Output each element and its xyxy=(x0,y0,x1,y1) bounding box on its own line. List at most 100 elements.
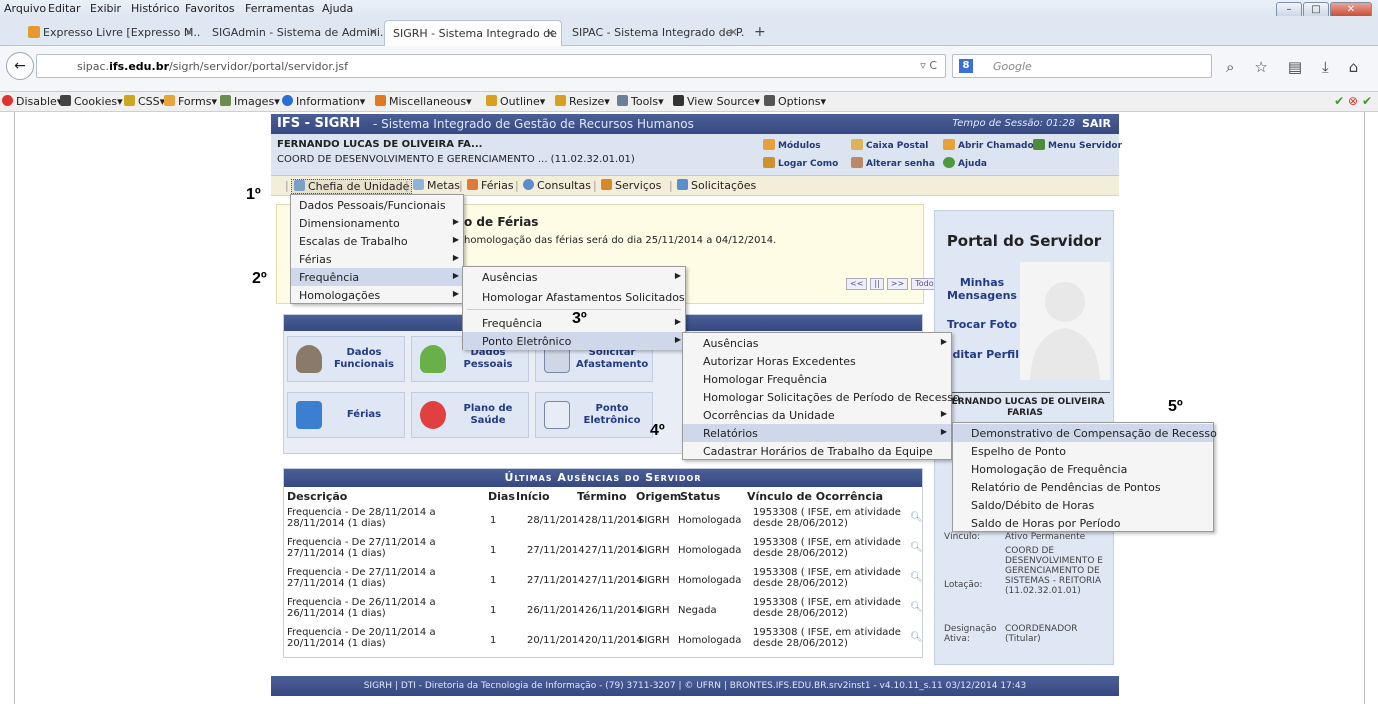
menu-item-demonstrativo-recesso[interactable]: Demonstrativo de Compensação de Recesso xyxy=(953,424,1217,442)
tab-close-icon[interactable]: ✕ xyxy=(185,26,194,39)
menu-servicos[interactable]: Serviços xyxy=(601,179,661,192)
tab-close-icon[interactable]: ✕ xyxy=(729,26,738,39)
dev-css[interactable]: CSS▾ xyxy=(124,95,165,108)
tab-close-icon[interactable]: ✕ xyxy=(546,27,555,40)
menu-item-label: Cadastrar Horários de Trabalho da Equipe xyxy=(703,445,933,458)
tab-expresso[interactable]: Expresso Livre [Expresso M... ✕ xyxy=(20,20,200,46)
menu-item-autorizar-horas[interactable]: Autorizar Horas Excedentes xyxy=(683,352,951,370)
menu-ferramentas[interactable]: Ferramentas xyxy=(245,2,314,15)
dev-outline[interactable]: Outline▾ xyxy=(486,95,545,108)
minhas-mensagens-link[interactable]: Minhas Mensagens xyxy=(940,276,1024,302)
pager-pause-button[interactable]: || xyxy=(870,278,884,290)
menu-item-frequencia[interactable]: Frequência ▶ xyxy=(291,268,463,286)
menu-item-ausencias-ponto[interactable]: Ausências ▶ xyxy=(683,334,951,352)
ferias-icon xyxy=(467,179,478,190)
bookmark-star-icon[interactable]: ☆ xyxy=(1254,58,1267,76)
logout-button[interactable]: SAIR xyxy=(1082,117,1111,130)
menu-ferias[interactable]: Férias xyxy=(467,179,514,192)
menu-editar[interactable]: Editar xyxy=(48,2,81,15)
menu-consultas[interactable]: Consultas xyxy=(523,179,591,192)
vinculo-label: Vínculo: xyxy=(944,532,981,542)
dev-forms[interactable]: Forms▾ xyxy=(164,95,217,108)
download-icon[interactable]: ⤓ xyxy=(1322,58,1329,76)
tab-sigrh[interactable]: SIGRH - Sistema Integrado de ... ✕ xyxy=(384,20,562,46)
dev-disable[interactable]: Disable▾ xyxy=(2,95,62,108)
menu-item-ponto-eletronico[interactable]: Ponto Eletrônico ▶ xyxy=(463,332,685,350)
search-icon[interactable]: ⌕ xyxy=(1226,58,1234,76)
pager-next-button[interactable]: >> xyxy=(886,278,909,290)
modulos-link[interactable]: Módulos xyxy=(763,139,821,151)
menu-item-relatorios[interactable]: Relatórios ▶ xyxy=(683,424,951,442)
tile-ferias[interactable]: Férias xyxy=(287,392,405,438)
home-icon[interactable]: ⌂ xyxy=(1349,58,1359,76)
menu-item-cadastrar-horarios[interactable]: Cadastrar Horários de Trabalho da Equipe xyxy=(683,442,951,460)
menu-item-saldo-debito[interactable]: Saldo/Débito de Horas xyxy=(953,496,1213,514)
dev-tools[interactable]: Tools▾ xyxy=(617,95,664,108)
menu-item-escalas-de-trabalho[interactable]: Escalas de Trabalho ▶ xyxy=(291,232,463,250)
menu-metas[interactable]: Metas xyxy=(413,179,460,192)
menu-item-dimensionamento[interactable]: Dimensionamento ▶ xyxy=(291,214,463,232)
dev-options[interactable]: Options▾ xyxy=(764,95,826,108)
magnifier-icon[interactable]: 🔍︎ xyxy=(910,512,923,523)
url-bar[interactable]: sipac.ifs.edu.br/sigrh/servidor/portal/s… xyxy=(36,54,946,78)
dev-view-source[interactable]: View Source▾ xyxy=(673,95,760,108)
dev-cookies[interactable]: Cookies▾ xyxy=(60,95,123,108)
menu-ajuda[interactable]: Ajuda xyxy=(322,2,353,15)
link-label: Alterar senha xyxy=(866,159,935,169)
system-subtitle: - Sistema Integrado de Gestão de Recurso… xyxy=(373,117,694,131)
menu-item-homologar-afastamentos[interactable]: Homologar Afastamentos Solicitados xyxy=(463,288,685,306)
caixa-postal-link[interactable]: Caixa Postal xyxy=(851,139,928,151)
magnifier-icon[interactable]: 🔍︎ xyxy=(910,602,923,613)
editar-perfil-link[interactable]: Editar Perfil xyxy=(940,348,1024,361)
trocar-foto-link[interactable]: Trocar Foto xyxy=(940,318,1024,331)
magnifier-icon[interactable]: 🔍︎ xyxy=(910,572,923,583)
tile-plano-de-saude[interactable]: Plano de Saúde xyxy=(411,392,529,438)
magnifier-icon[interactable]: 🔍︎ xyxy=(910,542,923,553)
menu-item-ocorrencias[interactable]: Ocorrências da Unidade ▶ xyxy=(683,406,951,424)
browser-menubar: Arquivo Editar Exibir Histórico Favorito… xyxy=(0,0,1378,18)
dev-information[interactable]: Information▾ xyxy=(282,95,365,108)
menu-item-ferias[interactable]: Férias ▶ xyxy=(291,250,463,268)
menu-item-saldo-por-periodo[interactable]: Saldo de Horas por Período xyxy=(953,514,1213,532)
logar-como-link[interactable]: Logar Como xyxy=(763,157,838,169)
menu-servidor-link[interactable]: Menu Servidor xyxy=(1033,139,1122,151)
menu-item-homologacoes[interactable]: Homologações ▶ xyxy=(291,286,463,304)
menu-favoritos[interactable]: Favoritos xyxy=(185,2,235,15)
menu-exibir[interactable]: Exibir xyxy=(90,2,121,15)
alterar-senha-link[interactable]: Alterar senha xyxy=(851,157,935,169)
menu-item-homologar-recesso[interactable]: Homologar Solicitações de Período de Rec… xyxy=(683,388,960,406)
tab-sigadmin[interactable]: SIGAdmin - Sistema de Admini... ✕ xyxy=(204,20,384,46)
tab-sipac[interactable]: SIPAC - Sistema Integrado de P... ✕ xyxy=(564,20,744,46)
dev-resize[interactable]: Resize▾ xyxy=(555,95,610,108)
new-tab-icon[interactable]: + xyxy=(754,24,766,40)
menu-item-dados-pessoais-funcionais[interactable]: Dados Pessoais/Funcionais xyxy=(291,196,463,214)
menu-arquivo[interactable]: Arquivo xyxy=(4,2,46,15)
menu-solicitacoes[interactable]: Solicitações xyxy=(677,179,756,192)
menu-item-label: Ocorrências da Unidade xyxy=(703,409,835,422)
menu-item-pendencias-pontos[interactable]: Relatório de Pendências de Pontos xyxy=(953,478,1213,496)
dev-miscellaneous[interactable]: Miscellaneous▾ xyxy=(375,95,472,108)
ajuda-link[interactable]: Ajuda xyxy=(943,157,987,169)
pager-first-button[interactable]: << xyxy=(846,278,868,290)
magnifier-icon[interactable]: 🔍︎ xyxy=(910,632,923,643)
dev-images[interactable]: Images▾ xyxy=(220,95,280,108)
menu-chefia-de-unidade[interactable]: Chefia de Unidade xyxy=(291,179,413,194)
menu-item-label: Frequência xyxy=(482,317,543,330)
menu-item-espelho-de-ponto[interactable]: Espelho de Ponto xyxy=(953,442,1213,460)
reload-icon[interactable]: ▿ C xyxy=(920,59,937,72)
menu-icon xyxy=(1033,139,1045,150)
google-icon: 8 xyxy=(959,59,973,73)
abrir-chamado-link[interactable]: Abrir Chamado xyxy=(943,139,1034,151)
notice-pager: << || >> Todos xyxy=(846,278,942,290)
back-arrow-icon[interactable]: ← xyxy=(6,52,34,80)
menu-item-ausencias[interactable]: Ausências ▶ xyxy=(463,268,685,286)
menu-item-homologar-frequencia[interactable]: Homologar Frequência xyxy=(683,370,951,388)
menu-historico[interactable]: Histórico xyxy=(131,2,179,15)
tab-close-icon[interactable]: ✕ xyxy=(369,26,378,39)
search-input[interactable]: 8 Google xyxy=(952,54,1212,78)
submenu-arrow-icon: ▶ xyxy=(674,335,681,344)
tile-dados-funcionais[interactable]: Dados Funcionais xyxy=(287,336,405,382)
reading-list-icon[interactable]: ▤ xyxy=(1288,58,1302,76)
menu-item-homologacao-frequencia[interactable]: Homologação de Frequência xyxy=(953,460,1213,478)
tile-ponto-eletronico[interactable]: Ponto Eletrônico xyxy=(535,392,653,438)
